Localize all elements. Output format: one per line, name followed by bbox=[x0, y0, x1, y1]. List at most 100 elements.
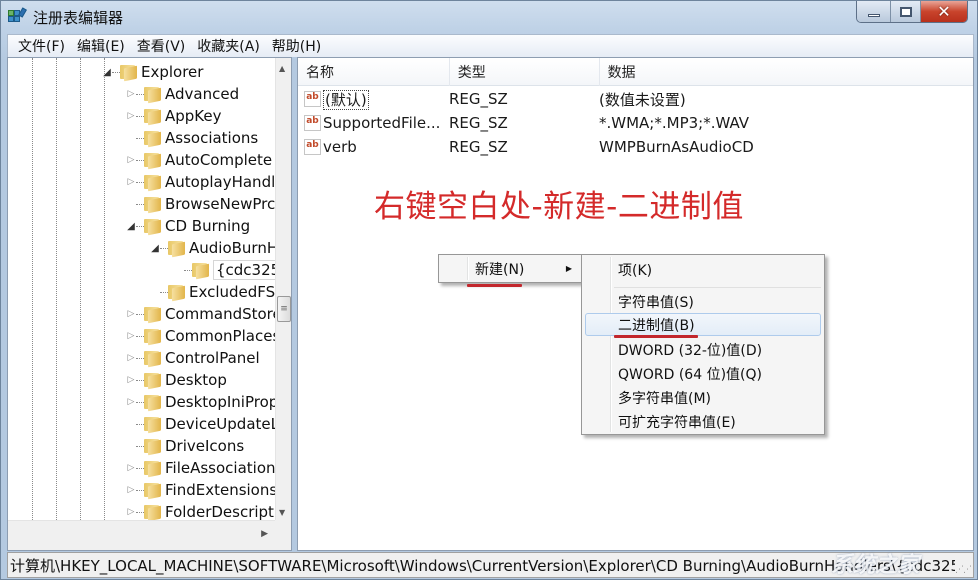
tree-item[interactable]: ▷ ControlPanel bbox=[126, 347, 260, 369]
collapsed-triangle-icon[interactable]: ▷ bbox=[126, 309, 136, 319]
expanded-triangle-icon[interactable]: ◢ bbox=[102, 67, 112, 78]
maximize-button[interactable] bbox=[891, 1, 921, 22]
title-bar[interactable]: 注册表编辑器 ✕ bbox=[1, 1, 977, 33]
folder-icon bbox=[144, 416, 161, 434]
tree-connector bbox=[136, 313, 144, 315]
column-header-type[interactable]: 类型 bbox=[450, 58, 600, 86]
tree-item[interactable]: ▷ Desktop bbox=[126, 369, 227, 391]
tree-item[interactable]: Associations bbox=[126, 127, 258, 149]
value-row[interactable]: ab SupportedFile... REG_SZ *.WMA;*.MP3;*… bbox=[298, 111, 749, 135]
menu-item-new[interactable]: 新建(N) ▶ bbox=[442, 257, 580, 280]
tree-connector bbox=[136, 511, 144, 513]
submenu-item-key[interactable]: 项(K) bbox=[585, 258, 821, 281]
collapsed-triangle-icon[interactable]: ▷ bbox=[126, 331, 136, 341]
tree-item[interactable]: ◢ AudioBurnH bbox=[150, 237, 276, 259]
tree-item[interactable]: ▷ FolderDescript bbox=[126, 501, 274, 520]
value-row[interactable]: ab verb REG_SZ WMPBurnAsAudioCD bbox=[298, 135, 754, 159]
collapsed-triangle-icon[interactable]: ▷ bbox=[126, 507, 136, 517]
menu-file[interactable]: 文件(F) bbox=[12, 36, 71, 56]
tree-item[interactable]: ▷ FindExtensions bbox=[126, 479, 276, 501]
tree-item[interactable]: ▷ FileAssociation bbox=[126, 457, 276, 479]
scroll-right-arrow-icon[interactable]: ▶ bbox=[261, 529, 268, 539]
submenu-item-string-value[interactable]: 字符串值(S) bbox=[585, 290, 821, 313]
tree-connector bbox=[136, 489, 144, 491]
folder-icon bbox=[144, 460, 161, 478]
tree-item[interactable]: {cdc3257 bbox=[174, 259, 276, 281]
collapsed-triangle-icon[interactable]: ▷ bbox=[126, 353, 136, 363]
collapsed-triangle-icon[interactable]: ▷ bbox=[126, 375, 136, 385]
resize-grip-icon[interactable]: ⋰⋰ bbox=[955, 565, 972, 575]
tree-item[interactable]: ▷ AutoComplete bbox=[126, 149, 272, 171]
collapsed-triangle-icon[interactable]: ▷ bbox=[126, 463, 136, 473]
collapsed-triangle-icon[interactable]: ▷ bbox=[126, 111, 136, 121]
tree-item[interactable]: ◢ Explorer bbox=[102, 61, 203, 83]
tree-item[interactable]: BrowseNewPrc bbox=[126, 193, 275, 215]
tree-item[interactable]: ▷ AutoplayHandl bbox=[126, 171, 275, 193]
value-row[interactable]: ab (默认) REG_SZ (数值未设置) bbox=[298, 87, 686, 111]
scrollbar-thumb[interactable]: ≡ bbox=[277, 296, 291, 322]
scroll-up-arrow-icon[interactable]: ▲ bbox=[279, 64, 285, 73]
tree-horizontal-scrollbar[interactable]: ▶ bbox=[8, 520, 276, 550]
submenu-item-qword-value[interactable]: QWORD (64 位)值(Q) bbox=[585, 362, 821, 385]
new-underline-annotation bbox=[467, 284, 522, 287]
tree-item[interactable]: ▷ CommandStore bbox=[126, 303, 276, 325]
tree-guide-line bbox=[80, 58, 81, 520]
submenu-item-binary-value[interactable]: 二进制值(B) bbox=[585, 313, 821, 336]
new-submenu: 项(K) 字符串值(S) 二进制值(B) DWORD (32-位)值(D) QW… bbox=[581, 254, 825, 435]
value-name: SupportedFile... bbox=[323, 114, 441, 132]
collapsed-triangle-icon[interactable]: ▷ bbox=[126, 89, 136, 99]
tree-item[interactable]: ▷ DesktopIniProp bbox=[126, 391, 276, 413]
collapsed-triangle-icon[interactable]: ▷ bbox=[126, 397, 136, 407]
tree-item[interactable]: ExcludedFS bbox=[150, 281, 275, 303]
tree-connector bbox=[136, 357, 144, 359]
tree-item-label: FolderDescript bbox=[165, 503, 274, 520]
collapsed-triangle-icon[interactable]: ▷ bbox=[126, 155, 136, 165]
tree-item-label: Advanced bbox=[165, 85, 240, 103]
value-data: (数值未设置) bbox=[599, 90, 686, 109]
folder-icon bbox=[168, 284, 185, 302]
tree-item-label: Associations bbox=[165, 129, 259, 147]
column-header-name[interactable]: 名称 bbox=[298, 58, 450, 86]
tree-connector bbox=[160, 247, 168, 249]
tree-item[interactable]: ◢ CD Burning bbox=[126, 215, 250, 237]
tree-item[interactable]: ▷ AppKey bbox=[126, 105, 222, 127]
tree-item[interactable]: ▷ Advanced bbox=[126, 83, 239, 105]
minimize-button[interactable] bbox=[857, 1, 891, 22]
close-button[interactable]: ✕ bbox=[921, 1, 967, 22]
collapsed-triangle-icon[interactable]: ▷ bbox=[126, 485, 136, 495]
tree-connector bbox=[126, 441, 136, 451]
submenu-item-qword-value-label: QWORD (64 位)值(Q) bbox=[618, 366, 762, 383]
tree-connector bbox=[136, 137, 144, 139]
submenu-item-multi-string-value[interactable]: 多字符串值(M) bbox=[585, 386, 821, 409]
collapsed-triangle-icon[interactable]: ▷ bbox=[126, 177, 136, 187]
tree-item-label: Explorer bbox=[141, 63, 204, 81]
tree-item[interactable]: DeviceUpdateL bbox=[126, 413, 276, 435]
submenu-item-binary-value-label: 二进制值(B) bbox=[618, 317, 695, 334]
tree-vertical-scrollbar[interactable]: ▲ ≡ ▼ bbox=[275, 58, 291, 520]
registry-editor-window: 注册表编辑器 ✕ 文件(F) 编辑(E) 查看(V) 收藏夹(A) 帮助(H) … bbox=[0, 0, 978, 580]
menu-edit[interactable]: 编辑(E) bbox=[71, 36, 131, 56]
column-header-data[interactable]: 数据 bbox=[600, 58, 973, 86]
submenu-item-key-label: 项(K) bbox=[618, 262, 653, 279]
menu-favorites[interactable]: 收藏夹(A) bbox=[191, 36, 266, 56]
submenu-item-expandable-string-value[interactable]: 可扩充字符串值(E) bbox=[585, 410, 821, 433]
tree-connector bbox=[136, 159, 144, 161]
expanded-triangle-icon[interactable]: ◢ bbox=[126, 221, 136, 232]
tree-item[interactable]: DriveIcons bbox=[126, 435, 244, 457]
tree-item[interactable]: ▷ CommonPlaces bbox=[126, 325, 276, 347]
expanded-triangle-icon[interactable]: ◢ bbox=[150, 243, 160, 254]
tree-connector bbox=[136, 115, 144, 117]
menu-bar: 文件(F) 编辑(E) 查看(V) 收藏夹(A) 帮助(H) bbox=[7, 34, 974, 57]
tree-guide-line bbox=[56, 58, 57, 520]
folder-icon bbox=[192, 262, 209, 280]
scroll-down-arrow-icon[interactable]: ▼ bbox=[279, 508, 285, 517]
tree-item-label: ControlPanel bbox=[165, 349, 260, 367]
submenu-item-dword-value[interactable]: DWORD (32-位)值(D) bbox=[585, 338, 821, 361]
registry-key-tree[interactable]: ◢ Explorer ▷ Advanced ▷ AppKey Associations ▷ Au… bbox=[7, 57, 292, 551]
menu-help[interactable]: 帮助(H) bbox=[266, 36, 327, 56]
menu-view[interactable]: 查看(V) bbox=[131, 36, 192, 56]
folder-icon bbox=[144, 328, 161, 346]
tree-connector bbox=[160, 291, 168, 293]
tree-item-label: AppKey bbox=[165, 107, 222, 125]
tree-item-label: AudioBurnH bbox=[189, 239, 276, 257]
